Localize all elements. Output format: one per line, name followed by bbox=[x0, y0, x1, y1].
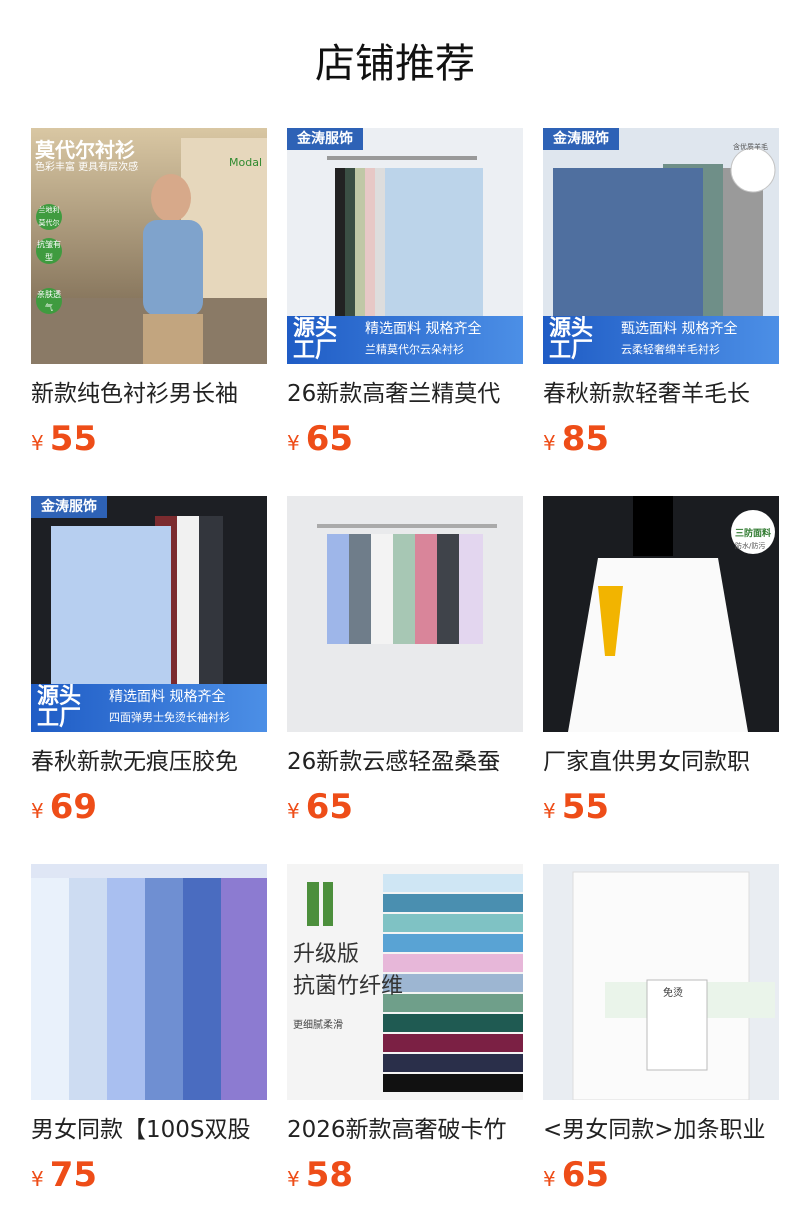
three-proof-subtext: 防水/防污 bbox=[735, 542, 766, 550]
product-photo bbox=[287, 496, 523, 732]
currency-symbol: ¥ bbox=[31, 799, 44, 823]
product-card[interactable]: 男女同款【100S双股 ¥ 75 bbox=[31, 864, 267, 1232]
shop-recommend-page: 店铺推荐 莫代尔衬衫 色彩丰富 更具有层次感 Modal 兰地利莫代尔 抗皱有型… bbox=[0, 0, 790, 1232]
product-card[interactable]: 升级版 抗菌竹纤维 更细腻柔滑 2026新款高奢破卡竹 ¥ 58 bbox=[287, 864, 523, 1232]
currency-symbol: ¥ bbox=[543, 1167, 556, 1191]
wool-badge: 含优质羊毛 bbox=[733, 143, 768, 151]
image-line3: 更细腻柔滑 bbox=[293, 1020, 343, 1031]
product-image[interactable]: 三防面料 防水/防污 bbox=[543, 496, 779, 732]
currency-symbol: ¥ bbox=[287, 799, 300, 823]
currency-symbol: ¥ bbox=[543, 799, 556, 823]
product-card[interactable]: 金涛服饰 源头工厂 精选面料 规格齐全 兰精莫代尔云朵衬衫 26新款高奢兰精莫代… bbox=[287, 128, 523, 496]
banner-title: 源头工厂 bbox=[293, 316, 338, 363]
currency-symbol: ¥ bbox=[31, 1167, 44, 1191]
currency-symbol: ¥ bbox=[287, 1167, 300, 1191]
product-name[interactable]: 厂家直供男女同款职 bbox=[543, 745, 779, 779]
product-price: ¥ 65 bbox=[543, 1155, 779, 1195]
product-name[interactable]: 26新款高奢兰精莫代 bbox=[287, 377, 523, 411]
banner-line2: 兰精莫代尔云朵衬衫 bbox=[365, 343, 464, 356]
price-value: 58 bbox=[305, 1155, 354, 1195]
tag-badge: 抗皱有型 bbox=[36, 238, 62, 264]
brand-badge: 金涛服饰 bbox=[543, 128, 619, 150]
product-name[interactable]: 26新款云感轻盈桑蚕 bbox=[287, 745, 523, 779]
image-line2: 抗菌竹纤维 bbox=[293, 974, 404, 999]
promo-banner: 源头工厂 精选面料 规格齐全 四面弹男士免烫长袖衬衫 bbox=[31, 684, 267, 732]
product-image[interactable] bbox=[31, 864, 267, 1100]
product-price: ¥ 55 bbox=[31, 419, 267, 459]
product-image[interactable]: 升级版 抗菌竹纤维 更细腻柔滑 bbox=[287, 864, 523, 1100]
product-card[interactable]: 26新款云感轻盈桑蚕 ¥ 65 bbox=[287, 496, 523, 864]
package-label: 免烫 bbox=[663, 988, 683, 999]
product-name[interactable]: 2026新款高奢破卡竹 bbox=[287, 1113, 523, 1147]
product-image[interactable] bbox=[287, 496, 523, 732]
product-name[interactable]: <男女同款>加条职业 bbox=[543, 1113, 779, 1147]
promo-banner: 源头工厂 精选面料 规格齐全 兰精莫代尔云朵衬衫 bbox=[287, 316, 523, 364]
product-price: ¥ 58 bbox=[287, 1155, 523, 1195]
product-grid: 莫代尔衬衫 色彩丰富 更具有层次感 Modal 兰地利莫代尔 抗皱有型 亲肤透气… bbox=[31, 128, 779, 1232]
product-image[interactable]: 莫代尔衬衫 色彩丰富 更具有层次感 Modal 兰地利莫代尔 抗皱有型 亲肤透气 bbox=[31, 128, 267, 364]
product-name[interactable]: 新款纯色衬衫男长袖 bbox=[31, 377, 267, 411]
product-price: ¥ 55 bbox=[543, 787, 779, 827]
image-subline: 色彩丰富 更具有层次感 bbox=[35, 162, 139, 173]
product-price: ¥ 85 bbox=[543, 419, 779, 459]
banner-line1: 甄选面料 规格齐全 bbox=[621, 321, 738, 337]
product-price: ¥ 65 bbox=[287, 787, 523, 827]
product-card[interactable]: 三防面料 防水/防污 厂家直供男女同款职 ¥ 55 bbox=[543, 496, 779, 864]
banner-line2: 云柔轻奢绵羊毛衬衫 bbox=[621, 343, 720, 356]
product-card[interactable]: 莫代尔衬衫 色彩丰富 更具有层次感 Modal 兰地利莫代尔 抗皱有型 亲肤透气… bbox=[31, 128, 267, 496]
tag-badge: 兰地利莫代尔 bbox=[36, 204, 62, 230]
banner-title: 源头工厂 bbox=[549, 316, 594, 363]
product-price: ¥ 69 bbox=[31, 787, 267, 827]
price-value: 75 bbox=[49, 1155, 98, 1195]
product-name[interactable]: 春秋新款轻奢羊毛长 bbox=[543, 377, 779, 411]
product-name[interactable]: 春秋新款无痕压胶免 bbox=[31, 745, 267, 779]
three-proof-badge: 三防面料 bbox=[735, 529, 772, 539]
price-value: 65 bbox=[305, 419, 354, 459]
product-card[interactable]: 免烫 <男女同款>加条职业 ¥ 65 bbox=[543, 864, 779, 1232]
brand-badge: 金涛服饰 bbox=[31, 496, 107, 518]
product-name[interactable]: 男女同款【100S双股 bbox=[31, 1113, 267, 1147]
currency-symbol: ¥ bbox=[31, 431, 44, 455]
promo-banner: 源头工厂 甄选面料 规格齐全 云柔轻奢绵羊毛衬衫 bbox=[543, 316, 779, 364]
price-value: 55 bbox=[49, 419, 98, 459]
product-image[interactable]: 金涛服饰 源头工厂 精选面料 规格齐全 兰精莫代尔云朵衬衫 bbox=[287, 128, 523, 364]
section-title: 店铺推荐 bbox=[315, 41, 475, 87]
product-price: ¥ 65 bbox=[287, 419, 523, 459]
brand-badge: 金涛服饰 bbox=[287, 128, 363, 150]
price-value: 55 bbox=[561, 787, 610, 827]
currency-symbol: ¥ bbox=[287, 431, 300, 455]
product-photo bbox=[543, 864, 779, 1100]
product-card[interactable]: 金涛服饰 源头工厂 精选面料 规格齐全 四面弹男士免烫长袖衬衫 春秋新款无痕压胶… bbox=[31, 496, 267, 864]
banner-line1: 精选面料 规格齐全 bbox=[109, 689, 226, 705]
product-image[interactable]: 金涛服饰 源头工厂 精选面料 规格齐全 四面弹男士免烫长袖衬衫 bbox=[31, 496, 267, 732]
product-card[interactable]: 金涛服饰 含优质羊毛 源头工厂 甄选面料 规格齐全 云柔轻奢绵羊毛衬衫 春秋新款… bbox=[543, 128, 779, 496]
product-image[interactable]: 金涛服饰 含优质羊毛 源头工厂 甄选面料 规格齐全 云柔轻奢绵羊毛衬衫 bbox=[543, 128, 779, 364]
image-line1: 升级版 bbox=[293, 942, 360, 967]
price-value: 69 bbox=[49, 787, 98, 827]
currency-symbol: ¥ bbox=[543, 431, 556, 455]
product-photo bbox=[31, 864, 267, 1100]
price-value: 65 bbox=[561, 1155, 610, 1195]
banner-line2: 四面弹男士免烫长袖衬衫 bbox=[109, 711, 230, 724]
banner-title: 源头工厂 bbox=[37, 684, 82, 731]
product-image[interactable]: 免烫 bbox=[543, 864, 779, 1100]
price-value: 65 bbox=[305, 787, 354, 827]
product-price: ¥ 75 bbox=[31, 1155, 267, 1195]
tag-badge: 亲肤透气 bbox=[36, 288, 62, 314]
banner-line1: 精选面料 规格齐全 bbox=[365, 321, 482, 337]
modal-logo: Modal bbox=[229, 156, 262, 169]
price-value: 85 bbox=[561, 419, 610, 459]
